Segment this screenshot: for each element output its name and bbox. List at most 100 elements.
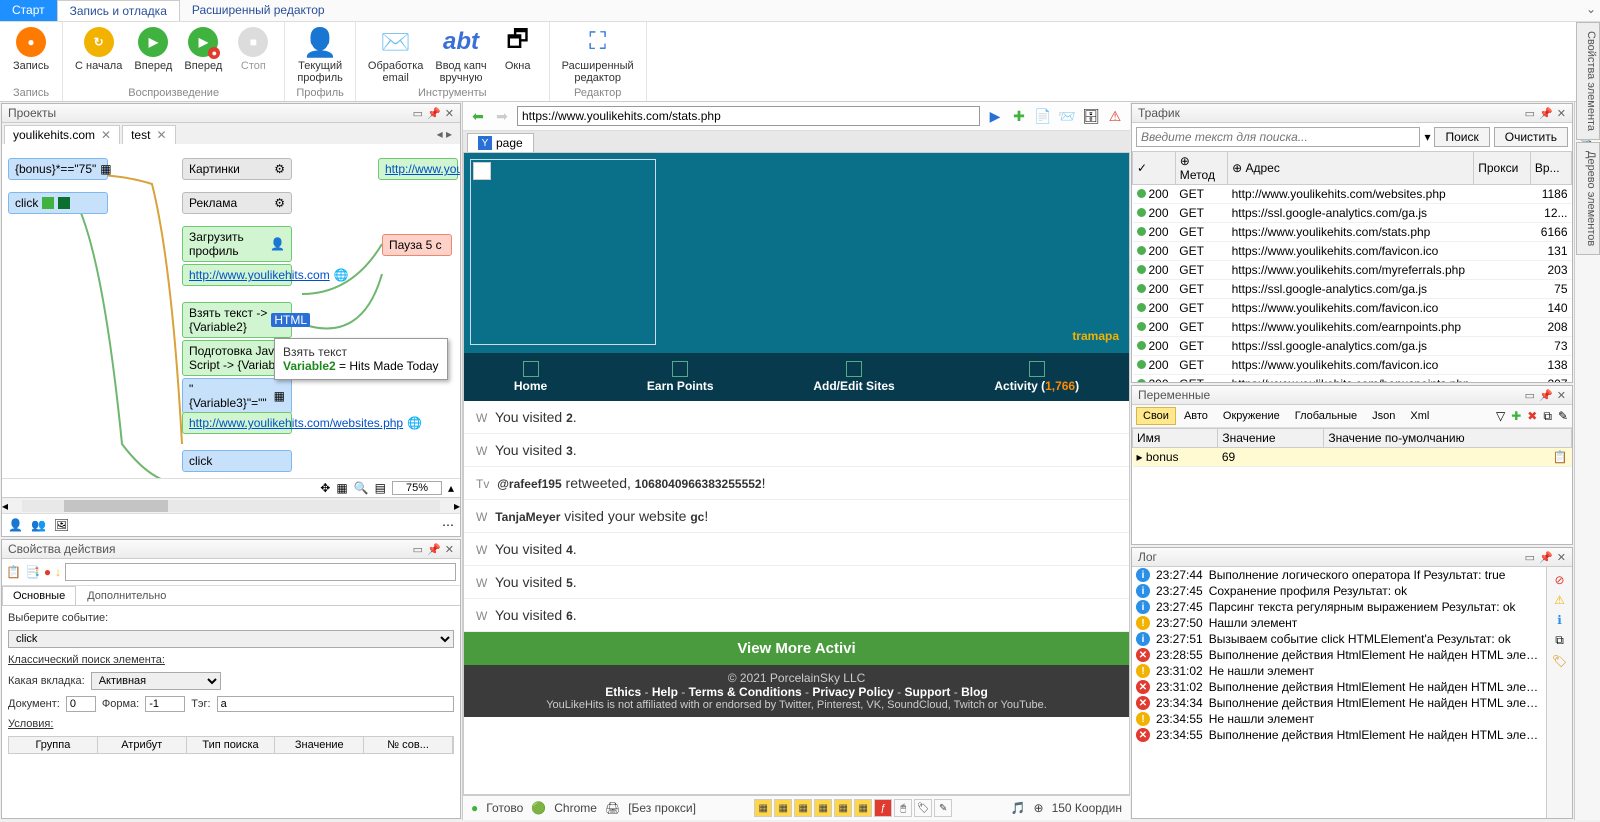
prop-delete-icon[interactable]: ●	[44, 565, 51, 579]
close-icon[interactable]: ✕	[156, 128, 166, 142]
node-take-text[interactable]: Взять текст -> {Variable2}HTML	[182, 302, 292, 338]
traffic-row[interactable]: 200GEThttps://ssl.google-analytics.com/g…	[1133, 337, 1572, 356]
current-profile-button[interactable]: 👤Текущий профиль	[291, 24, 349, 86]
vartab-xml[interactable]: Xml	[1403, 407, 1436, 425]
panel-float-icon[interactable]: ▭	[1525, 552, 1535, 564]
log-copy-icon[interactable]: ⧉	[1555, 633, 1564, 648]
project-tab-2[interactable]: test✕	[122, 125, 175, 144]
log-row[interactable]: !23:34:55Не нашли элемент	[1132, 711, 1546, 727]
browser-tab[interactable]: Ypage	[467, 133, 534, 152]
traffic-row[interactable]: 200GEThttps://www.youlikehits.com/myrefe…	[1133, 261, 1572, 280]
close-icon[interactable]: ✕	[101, 128, 111, 142]
link-ethics[interactable]: Ethics	[605, 685, 641, 699]
tab-advanced[interactable]: Расширенный редактор	[180, 0, 337, 21]
prop-icon2[interactable]: 📑	[25, 565, 40, 579]
node-ads[interactable]: Реклама⚙	[182, 192, 292, 214]
log-clear-icon[interactable]: ⊘	[1554, 573, 1564, 587]
edit-var-icon[interactable]: ✎	[1558, 409, 1568, 424]
node-pause[interactable]: Пауза 5 с	[382, 234, 452, 256]
advanced-editor-button[interactable]: ⛶Расширенный редактор	[556, 24, 640, 86]
play-forward-button[interactable]: ▶Вперед	[128, 24, 178, 74]
log-list[interactable]: i23:27:44Выполнение логического оператор…	[1132, 567, 1546, 818]
captcha-button[interactable]: abtВвод капч вручную	[429, 24, 492, 86]
toolbar-image-icon[interactable]: 🖼	[54, 518, 69, 532]
panel-close-icon[interactable]: ✕	[1557, 390, 1566, 402]
toolbar-users-icon[interactable]: 👥	[31, 518, 46, 532]
event-select[interactable]: click	[8, 630, 454, 648]
traffic-row[interactable]: 200GEThttps://www.youlikehits.com/favico…	[1133, 299, 1572, 318]
tabs-scroll-icon[interactable]: ◂ ▸	[431, 125, 458, 144]
toolbar-more-icon[interactable]: ⋯	[442, 518, 454, 532]
forward-icon[interactable]: ➡	[493, 107, 511, 125]
url-input[interactable]	[517, 106, 980, 126]
link-privacy[interactable]: Privacy Policy	[812, 685, 893, 699]
panel-pin-icon[interactable]: 📌	[1539, 390, 1553, 402]
prop-icon1[interactable]: 📋	[6, 565, 21, 579]
vartab-json[interactable]: Json	[1365, 407, 1402, 425]
link-help[interactable]: Help	[652, 685, 678, 699]
project-tab-1[interactable]: youlikehits.com✕	[4, 125, 120, 144]
tab-start[interactable]: Старт	[0, 0, 57, 21]
log-row[interactable]: ✕23:28:55Выполнение действия HtmlElement…	[1132, 647, 1546, 663]
traffic-row[interactable]: 200GEThttps://www.youlikehits.com/bonusp…	[1133, 375, 1572, 383]
panel-close-icon[interactable]: ✕	[1557, 552, 1566, 564]
vartab-own[interactable]: Свои	[1136, 407, 1176, 425]
back-icon[interactable]: ⬅	[469, 107, 487, 125]
vartab-auto[interactable]: Авто	[1177, 407, 1215, 425]
traffic-grid[interactable]: ✓ ⊕ Метод ⊕ Адрес Прокси Вр... 200GEThtt…	[1132, 151, 1572, 382]
node-condition[interactable]: {bonus}*=="75"▦	[8, 158, 108, 180]
move-icon[interactable]: ✥	[320, 481, 330, 495]
traffic-row[interactable]: 200GEThttps://ssl.google-analytics.com/g…	[1133, 280, 1572, 299]
tag-input[interactable]	[217, 696, 454, 712]
traffic-search-input[interactable]	[1136, 127, 1420, 147]
node-pictures[interactable]: Картинки⚙	[182, 158, 292, 180]
panel-pin-icon[interactable]: 📌	[427, 108, 441, 120]
traffic-row[interactable]: 200GEThttps://www.youlikehits.com/earnpo…	[1133, 318, 1572, 337]
traffic-row[interactable]: 200GEThttps://www.youlikehits.com/favico…	[1133, 242, 1572, 261]
vartab-env[interactable]: Окружение	[1216, 407, 1287, 425]
traffic-row[interactable]: 200GEThttp://www.youlikehits.com/website…	[1133, 185, 1572, 204]
nav-home[interactable]: Home	[514, 361, 547, 393]
zoom-up-icon[interactable]: ▴	[448, 481, 454, 495]
traffic-row[interactable]: 200GEThttps://www.youlikehits.com/stats.…	[1133, 223, 1572, 242]
toolbar-user-icon[interactable]: 👤	[8, 518, 23, 532]
whichtab-select[interactable]: Активная	[91, 672, 221, 690]
ribbon-collapse-icon[interactable]: ⌄	[1586, 2, 1596, 16]
traffic-row[interactable]: 200GEThttps://www.youlikehits.com/favico…	[1133, 356, 1572, 375]
align-icon[interactable]: ▤	[375, 481, 386, 495]
log-row[interactable]: i23:27:45Сохранение профиля Результат: o…	[1132, 583, 1546, 599]
link-terms[interactable]: Terms & Conditions	[689, 685, 802, 699]
nav-add[interactable]: Add/Edit Sites	[813, 361, 894, 393]
email-process-button[interactable]: ✉️Обработка email	[362, 24, 429, 86]
node-link2[interactable]: http://www.youlikehits.com/websites.php🌐	[182, 412, 292, 434]
play-step-button[interactable]: ▶●Вперед	[178, 24, 228, 74]
add-var-icon[interactable]: ✚	[1511, 409, 1521, 424]
log-warn-icon[interactable]: ⚠	[1554, 593, 1565, 607]
panel-close-icon[interactable]: ✕	[445, 544, 454, 556]
windows-button[interactable]: 🗗Окна	[493, 24, 543, 86]
add-tab-icon[interactable]: ✚	[1010, 107, 1028, 125]
canvas-hscroll[interactable]: ◂▸	[2, 497, 460, 513]
log-tag-icon[interactable]: 🏷	[1552, 654, 1567, 668]
log-row[interactable]: !23:27:50Нашли элемент	[1132, 615, 1546, 631]
danger-icon[interactable]: ⚠	[1106, 107, 1124, 125]
copy-var-icon[interactable]: ⧉	[1543, 409, 1552, 424]
nav-earn[interactable]: Earn Points	[647, 361, 714, 393]
doc-input[interactable]	[66, 696, 96, 712]
record-button[interactable]: ●Запись	[6, 24, 56, 74]
form-input[interactable]	[145, 696, 185, 712]
var-row[interactable]: ▸ bonus69📋	[1133, 448, 1572, 467]
clear-button[interactable]: Очистить	[1494, 127, 1568, 147]
panel-close-icon[interactable]: ✕	[1557, 108, 1566, 120]
panel-pin-icon[interactable]: 📌	[1539, 108, 1553, 120]
log-row[interactable]: ✕23:31:02Выполнение действия HtmlElement…	[1132, 679, 1546, 695]
node-click2[interactable]: click	[182, 450, 292, 472]
sidetab-tree[interactable]: Дерево элементов	[1576, 142, 1600, 255]
sidetab-props[interactable]: Свойства элемента	[1576, 22, 1600, 140]
node-load-profile[interactable]: Загрузить профиль👤	[182, 226, 292, 262]
flow-canvas[interactable]: {bonus}*=="75"▦ click Картинки⚙ Реклама⚙…	[2, 144, 460, 478]
filter-icon[interactable]: ▽	[1496, 409, 1505, 424]
view-more-button[interactable]: View More Activi	[464, 632, 1129, 665]
stop-button[interactable]: ■Стоп	[228, 24, 278, 74]
traffic-row[interactable]: 200GEThttps://ssl.google-analytics.com/g…	[1133, 204, 1572, 223]
